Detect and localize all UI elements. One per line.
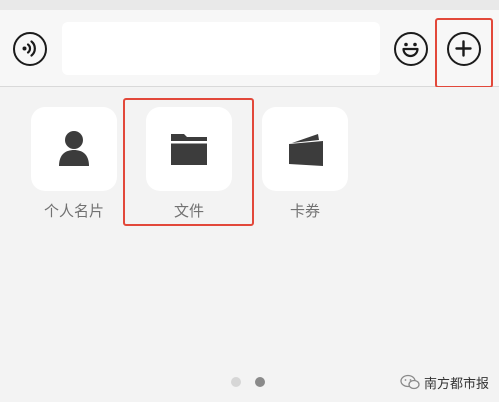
watermark: 南方都市报	[400, 371, 489, 393]
card-coupon-tile[interactable]	[262, 107, 348, 191]
person-icon	[59, 131, 89, 166]
status-strip	[0, 0, 499, 10]
page-dot-1[interactable]	[231, 377, 241, 387]
watermark-text: 南方都市报	[424, 376, 490, 392]
page-dot-2-active[interactable]	[255, 377, 265, 387]
more-functions-panel: 个人名片 文件 卡券 南方都市报	[0, 87, 499, 402]
highlight-box-file	[123, 98, 254, 226]
message-input[interactable]	[62, 22, 380, 75]
chat-input-bar	[0, 10, 499, 88]
highlight-box-plus	[435, 18, 493, 88]
voice-button[interactable]	[13, 32, 47, 66]
personal-card-tile[interactable]	[31, 107, 117, 191]
personal-card-label: 个人名片	[43, 202, 104, 220]
wallet-card-icon	[289, 134, 323, 166]
wechat-icon	[400, 374, 420, 390]
card-coupon-label: 卡券	[289, 202, 320, 220]
smiley-icon	[402, 42, 419, 58]
emoji-button[interactable]	[394, 32, 428, 66]
voice-wave-icon	[22, 40, 36, 57]
